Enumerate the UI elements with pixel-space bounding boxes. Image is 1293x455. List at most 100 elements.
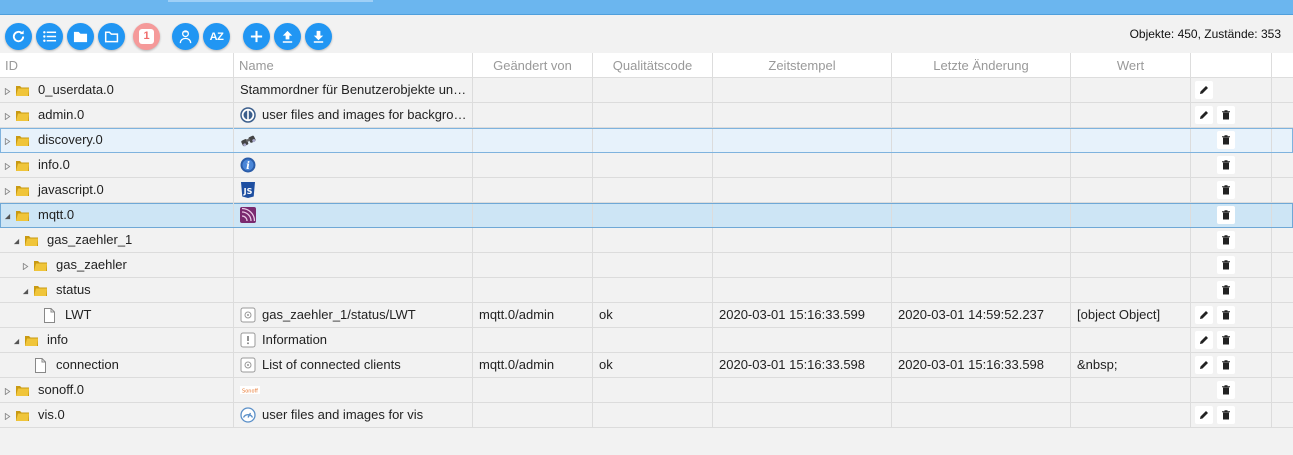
header-changed-by[interactable]: Geändert von [473,53,593,77]
delete-button[interactable] [1217,356,1235,374]
header-timestamp[interactable]: Zeitstempel [713,53,892,77]
cell-id[interactable]: admin.0 [0,103,234,127]
cell-id[interactable]: LWT [0,303,234,327]
edit-button[interactable] [1195,106,1213,124]
cell-name[interactable]: user files and images for backgro… [234,103,473,127]
expert-mode-button[interactable] [172,23,199,50]
tree-row[interactable]: connection List of connected clients mqtt.… [0,353,1293,378]
delete-button[interactable] [1217,156,1235,174]
folder-button[interactable] [67,23,94,50]
cell-name[interactable]: Sonoff [234,378,473,402]
cell-name[interactable] [234,278,473,302]
sort-az-button[interactable]: AZ [203,23,230,50]
cell-id[interactable]: gas_zaehler [0,253,234,277]
cell-id[interactable]: status [0,278,234,302]
delete-button[interactable] [1217,181,1235,199]
expand-arrow-icon[interactable] [3,112,11,120]
folder-outline-button[interactable] [98,23,125,50]
tree-row[interactable]: 0_userdata.0 Stammordner für Benutzerobje… [0,78,1293,103]
tree-row[interactable]: discovery.0 [0,128,1293,153]
edit-button[interactable] [1195,406,1213,424]
delete-button[interactable] [1217,231,1235,249]
tree-row[interactable]: admin.0 user files and images for backgro… [0,103,1293,128]
cell-value[interactable] [1071,253,1191,277]
cell-name[interactable] [234,203,473,227]
cell-value[interactable] [1071,178,1191,202]
tree-row[interactable]: gas_zaehler_1 [0,228,1293,253]
collapse-arrow-icon[interactable] [3,212,11,220]
cell-value[interactable] [1071,153,1191,177]
tree-row[interactable]: vis.0 user files and images for vis [0,403,1293,428]
delete-button[interactable] [1217,331,1235,349]
cell-name[interactable]: List of connected clients [234,353,473,377]
tree-row[interactable]: javascript.0 JS [0,178,1293,203]
cell-id[interactable]: info.0 [0,153,234,177]
expand-arrow-icon[interactable] [3,137,11,145]
add-button[interactable] [243,23,270,50]
cell-id[interactable]: connection [0,353,234,377]
cell-id[interactable]: sonoff.0 [0,378,234,402]
cell-value[interactable] [1071,78,1191,102]
cell-name[interactable]: Stammordner für Benutzerobjekte un… [234,78,473,102]
cell-id[interactable]: javascript.0 [0,178,234,202]
header-id[interactable]: ID [0,53,234,77]
tree-row[interactable]: status [0,278,1293,303]
delete-button[interactable] [1217,281,1235,299]
header-quality[interactable]: Qualitätscode [593,53,713,77]
delete-button[interactable] [1217,306,1235,324]
cell-name[interactable] [234,128,473,152]
cell-value[interactable]: &nbsp; [1071,353,1191,377]
expand-arrow-icon[interactable] [3,412,11,420]
cell-name[interactable] [234,253,473,277]
cell-id[interactable]: mqtt.0 [0,203,234,227]
cell-name[interactable]: gas_zaehler_1/status/LWT [234,303,473,327]
tree-row[interactable]: mqtt.0 [0,203,1293,228]
cell-name[interactable] [234,228,473,252]
cell-name[interactable]: user files and images for vis [234,403,473,427]
cell-value[interactable] [1071,403,1191,427]
tree-row[interactable]: gas_zaehler [0,253,1293,278]
cell-id[interactable]: 0_userdata.0 [0,78,234,102]
cell-name[interactable]: i [234,153,473,177]
collapse-arrow-icon[interactable] [12,337,20,345]
upload-button[interactable] [274,23,301,50]
header-name[interactable]: Name [234,53,473,77]
delete-button[interactable] [1217,131,1235,149]
expand-arrow-icon[interactable] [21,262,29,270]
cell-value[interactable] [1071,378,1191,402]
tree-row[interactable]: info Information [0,328,1293,353]
collapse-arrow-icon[interactable] [12,237,20,245]
cell-id[interactable]: info [0,328,234,352]
tree-row[interactable]: info.0 i [0,153,1293,178]
cell-value[interactable] [1071,128,1191,152]
tree-row[interactable]: LWT gas_zaehler_1/status/LWT mqtt.0/admin o… [0,303,1293,328]
expand-arrow-icon[interactable] [3,187,11,195]
cell-value[interactable] [1071,278,1191,302]
cell-value[interactable] [1071,228,1191,252]
edit-button[interactable] [1195,331,1213,349]
delete-button[interactable] [1217,106,1235,124]
tree-row[interactable]: sonoff.0 Sonoff [0,378,1293,403]
cell-value[interactable] [1071,203,1191,227]
expand-arrow-icon[interactable] [3,162,11,170]
cell-value[interactable]: [object Object] [1071,303,1191,327]
delete-button[interactable] [1217,256,1235,274]
show-one-button[interactable]: 1 [133,23,160,50]
edit-button[interactable] [1195,81,1213,99]
delete-button[interactable] [1217,381,1235,399]
refresh-button[interactable] [5,23,32,50]
delete-button[interactable] [1217,406,1235,424]
edit-button[interactable] [1195,356,1213,374]
header-value[interactable]: Wert [1071,53,1191,77]
download-button[interactable] [305,23,332,50]
cell-value[interactable] [1071,103,1191,127]
cell-name[interactable]: Information [234,328,473,352]
expand-arrow-icon[interactable] [3,387,11,395]
cell-id[interactable]: discovery.0 [0,128,234,152]
cell-id[interactable]: gas_zaehler_1 [0,228,234,252]
cell-name[interactable]: JS [234,178,473,202]
cell-id[interactable]: vis.0 [0,403,234,427]
edit-button[interactable] [1195,306,1213,324]
cell-value[interactable] [1071,328,1191,352]
list-view-button[interactable] [36,23,63,50]
